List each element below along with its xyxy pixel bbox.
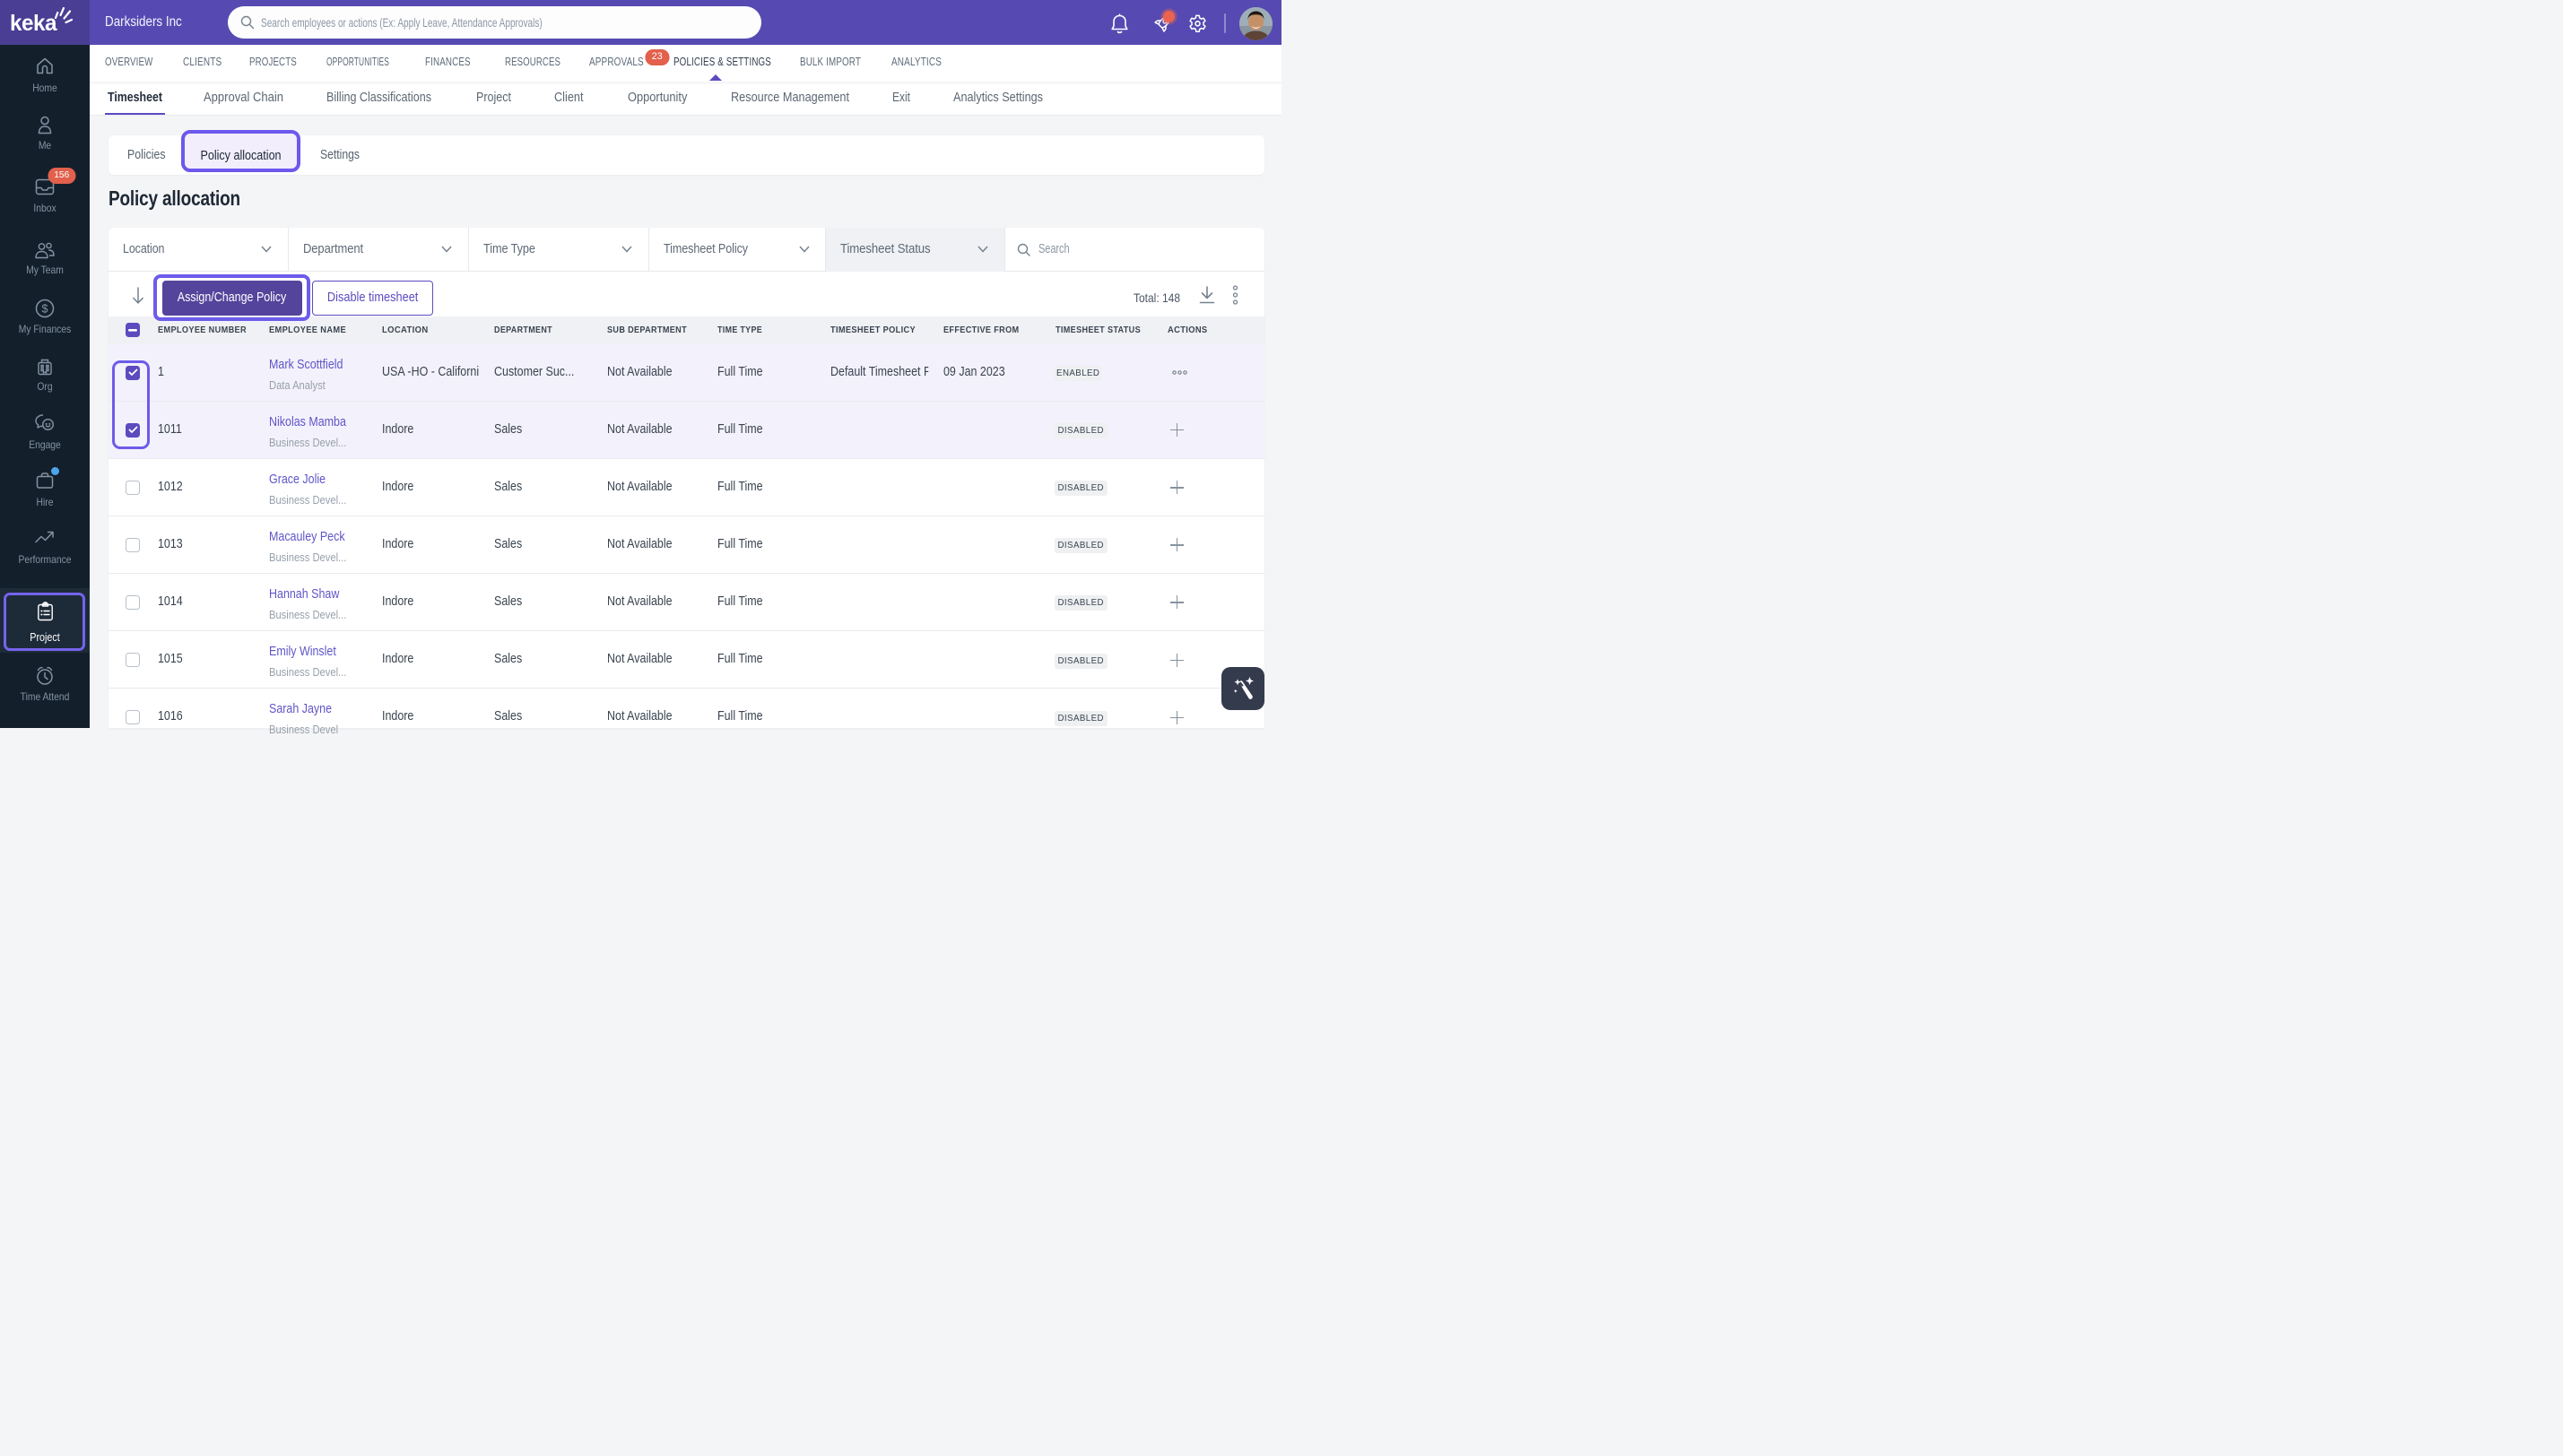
svg-text:$: $ <box>42 303 48 316</box>
